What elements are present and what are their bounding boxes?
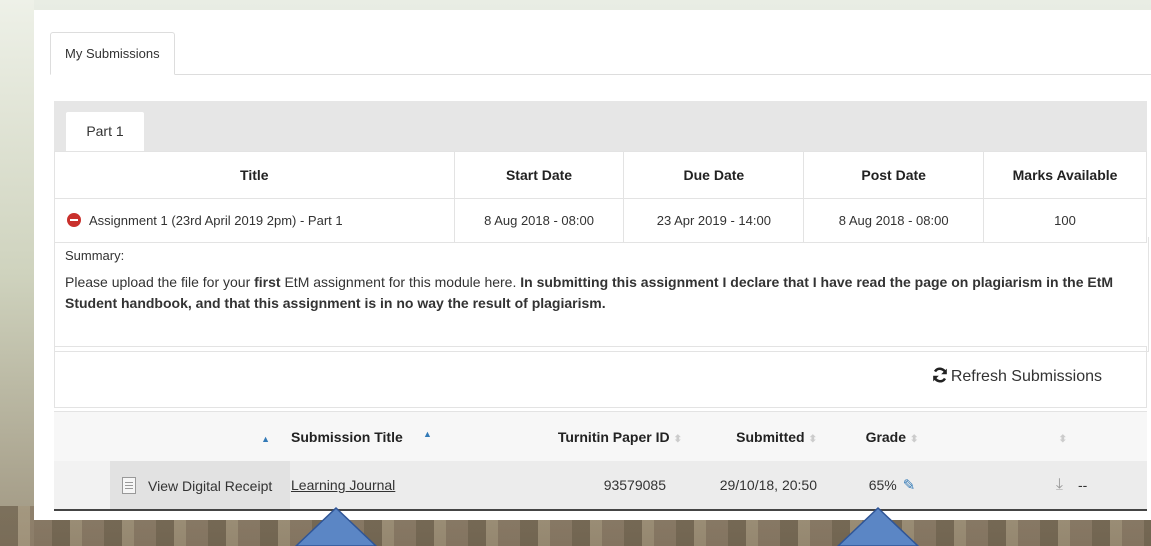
header-spacer: [54, 411, 110, 461]
header-start-date: Start Date: [453, 151, 625, 199]
grade-value[interactable]: 65%: [869, 477, 897, 493]
submitted-header-label: Submitted: [736, 428, 805, 445]
assignment-marks: 100: [983, 198, 1147, 243]
minus-circle-icon: [67, 213, 81, 227]
refresh-label: Refresh Submissions: [950, 368, 1102, 385]
table-row: View Digital Receipt Learning Journal 93…: [54, 461, 1147, 510]
tab-my-submissions[interactable]: My Submissions: [50, 32, 175, 75]
header-download[interactable]: ⬍: [957, 411, 1077, 461]
grade-header-label: Grade: [865, 428, 907, 445]
sort-icon: ⬍: [1058, 433, 1067, 445]
assignment-post-date: 8 Aug 2018 - 08:00: [803, 198, 985, 243]
summary-label: Summary:: [65, 248, 125, 263]
summary-text-part: EtM assignment for this module here.: [280, 274, 521, 290]
assignment-info-table: Title Start Date Due Date Post Date Mark…: [54, 151, 1147, 243]
sort-icon: ▲: [423, 428, 432, 439]
header-extra: [1077, 411, 1147, 461]
summary-bold-part: first: [254, 274, 281, 290]
parts-tab-bar: Part 1: [54, 101, 1147, 151]
sort-icon: ⬍: [673, 433, 682, 445]
assignment-due-date: 23 Apr 2019 - 14:00: [623, 198, 805, 243]
sort-icon: ⬍: [808, 433, 817, 445]
header-due-date: Due Date: [623, 151, 805, 199]
submissions-panel: My Submissions Part 1 Title Start Date D…: [34, 10, 1151, 520]
header-submitted[interactable]: Submitted ⬍: [688, 411, 827, 461]
arrow-up-icon: [294, 506, 378, 546]
summary-text-part: Please upload the file for your: [65, 274, 255, 290]
refresh-submissions-button[interactable]: Refresh Submissions: [932, 367, 1102, 386]
assignment-start-date: 8 Aug 2018 - 08:00: [453, 198, 625, 243]
assignment-row: Assignment 1 (23rd April 2019 2pm) - Par…: [54, 198, 1147, 243]
assignment-header-row: Title Start Date Due Date Post Date Mark…: [54, 151, 1147, 199]
assignment-title: Assignment 1 (23rd April 2019 2pm) - Par…: [89, 213, 343, 228]
grade-cell: 65% ✎: [827, 461, 957, 510]
submission-title-link[interactable]: Learning Journal: [291, 477, 395, 493]
arrow-up-icon: [836, 506, 920, 546]
submissions-table: ▲ Submission Title ▲ Turnitin Paper ID ⬍ S…: [54, 411, 1147, 511]
receipt-label: View Digital Receipt: [148, 477, 273, 494]
header-paper-id[interactable]: ▲ Turnitin Paper ID ⬍: [423, 411, 688, 461]
top-tab-bar: My Submissions: [50, 32, 1151, 75]
sort-icon: ⬍: [910, 433, 919, 445]
header-post-date: Post Date: [803, 151, 985, 199]
refresh-area: Refresh Submissions: [54, 346, 1147, 408]
submissions-header-row: ▲ Submission Title ▲ Turnitin Paper ID ⬍ S…: [54, 411, 1147, 461]
submitted-date: 29/10/18, 20:50: [688, 461, 827, 510]
row-spacer: [54, 461, 110, 510]
submission-title-cell: Learning Journal: [290, 461, 464, 510]
download-icon[interactable]: ⤓: [1056, 476, 1063, 493]
document-icon: [122, 476, 136, 494]
header-title: Title: [54, 151, 455, 199]
submission-title-header-label: Submission Title: [291, 428, 403, 445]
extra-cell: --: [1077, 461, 1147, 510]
assignment-summary: Summary: Please upload the file for your…: [54, 237, 1149, 352]
sort-receipt-column[interactable]: ▲: [110, 411, 290, 461]
background-left: [0, 0, 34, 546]
download-cell: ⤓: [957, 461, 1077, 510]
paper-id: 93579085: [464, 461, 688, 510]
header-grade[interactable]: Grade ⬍: [827, 411, 957, 461]
paper-id-header-label: Turnitin Paper ID: [557, 428, 670, 445]
header-marks-available: Marks Available: [983, 151, 1147, 199]
refresh-icon: [933, 367, 947, 383]
summary-text: Please upload the file for your first Et…: [65, 272, 1138, 314]
assignment-title-cell: Assignment 1 (23rd April 2019 2pm) - Par…: [54, 198, 455, 243]
tab-part-1[interactable]: Part 1: [66, 112, 144, 151]
sort-icon: ▲: [261, 433, 270, 444]
pencil-icon[interactable]: ✎: [903, 477, 916, 494]
header-submission-title[interactable]: Submission Title: [290, 411, 464, 461]
view-digital-receipt[interactable]: View Digital Receipt: [110, 461, 290, 510]
